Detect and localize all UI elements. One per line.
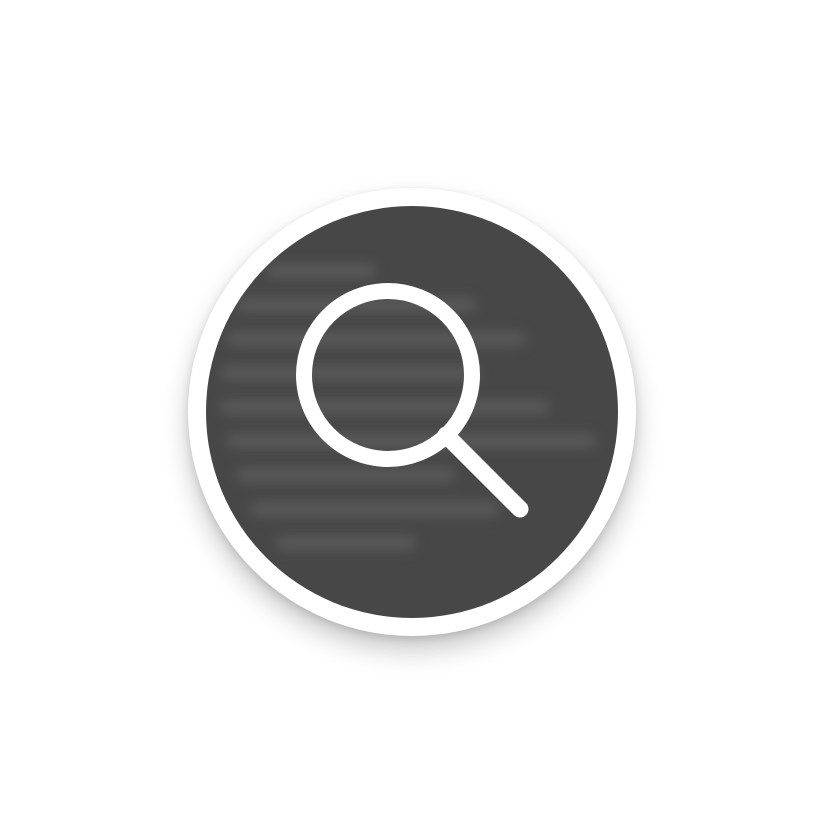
screen bbox=[0, 0, 824, 824]
search-app-icon[interactable] bbox=[188, 188, 636, 636]
magnifying-glass-icon bbox=[296, 283, 529, 518]
icon-disc bbox=[206, 206, 618, 618]
